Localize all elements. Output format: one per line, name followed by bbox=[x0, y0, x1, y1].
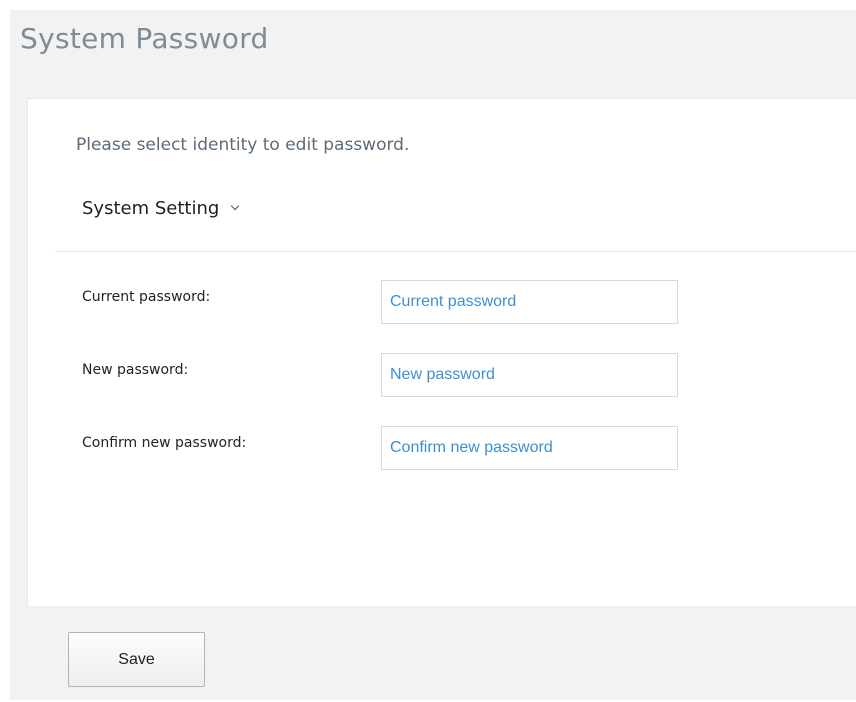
current-password-row: Current password: bbox=[28, 280, 856, 326]
identity-select-value: System Setting bbox=[82, 198, 220, 219]
page: System Password Please select identity t… bbox=[0, 0, 856, 702]
confirm-password-input[interactable] bbox=[381, 426, 678, 470]
instruction-text: Please select identity to edit password. bbox=[76, 135, 410, 155]
new-password-label: New password: bbox=[82, 362, 189, 378]
current-password-label: Current password: bbox=[82, 289, 211, 305]
new-password-row: New password: bbox=[28, 353, 856, 399]
current-password-input[interactable] bbox=[381, 280, 678, 324]
save-button[interactable]: Save bbox=[68, 632, 205, 687]
password-form-card: Please select identity to edit password.… bbox=[27, 98, 856, 606]
new-password-input[interactable] bbox=[381, 353, 678, 397]
confirm-password-label: Confirm new password: bbox=[82, 435, 247, 451]
chevron-down-icon bbox=[231, 201, 240, 210]
divider bbox=[55, 251, 856, 252]
confirm-password-row: Confirm new password: bbox=[28, 426, 856, 472]
identity-select[interactable]: System Setting bbox=[82, 198, 240, 219]
page-title: System Password bbox=[20, 22, 269, 55]
